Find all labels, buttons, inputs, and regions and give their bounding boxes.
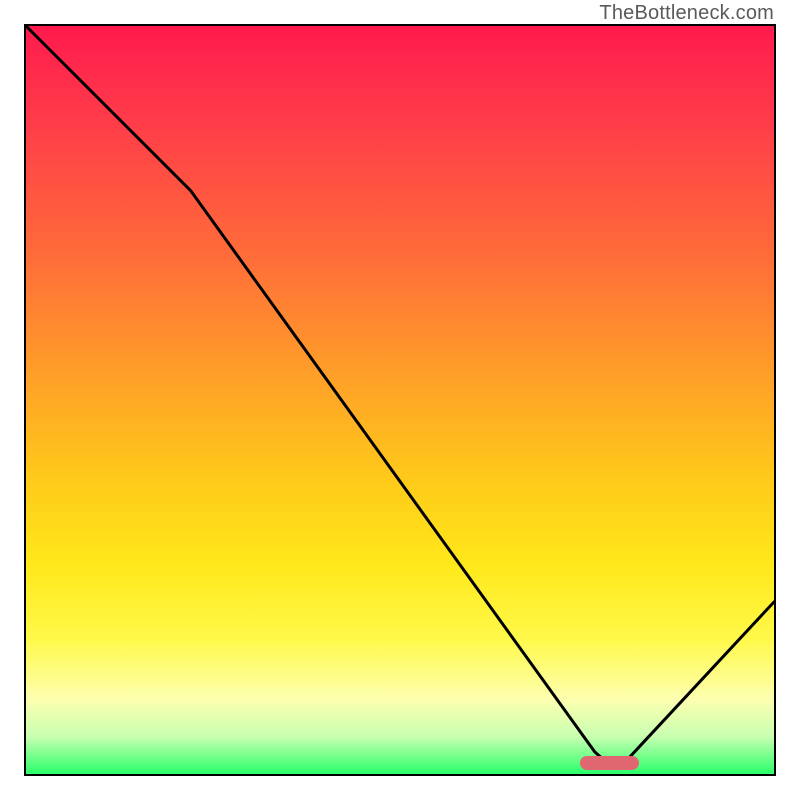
plot-area	[24, 24, 776, 776]
chart-container: TheBottleneck.com	[0, 0, 800, 800]
watermark-label: TheBottleneck.com	[599, 2, 774, 25]
optimal-point-marker	[580, 756, 640, 770]
bottleneck-curve	[26, 26, 774, 774]
